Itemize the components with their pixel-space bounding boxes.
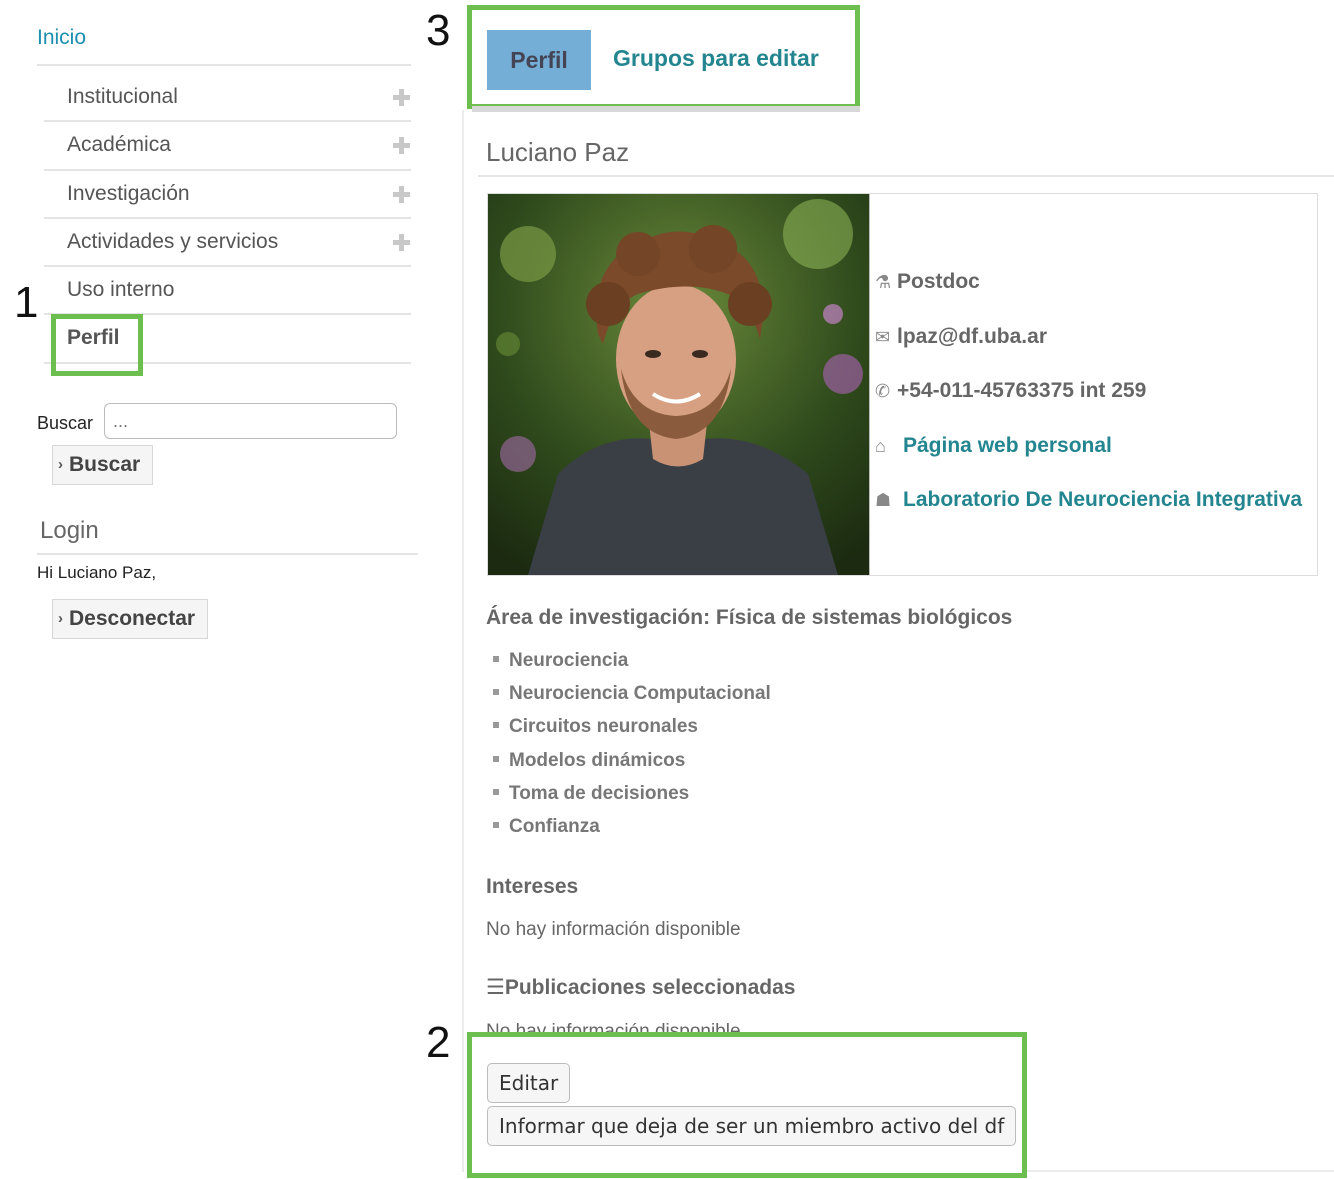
phone-icon: ✆ [875, 381, 891, 401]
annotation-highlight-2 [467, 1032, 1027, 1178]
sidebar-item-actividades[interactable]: Actividades y servicios [67, 230, 278, 254]
bullet-icon [493, 755, 499, 762]
sidebar-item-investigacion[interactable]: Investigación [67, 182, 190, 206]
lab-link[interactable]: ☗ Laboratorio De Neurociencia Integrativa [875, 488, 1302, 512]
keyword-text: Toma de decisiones [509, 782, 690, 804]
list-item: Neurociencia [493, 650, 771, 683]
envelope-icon: ✉ [875, 327, 891, 347]
deactivate-member-button[interactable]: Informar que deja de ser un miembro acti… [487, 1106, 1017, 1146]
nav-home-link[interactable]: Inicio [37, 26, 86, 50]
keyword-list: Neurociencia Neurociencia Computacional … [493, 650, 771, 849]
bullet-icon [493, 821, 499, 828]
publications-title: ☰Publicaciones seleccionadas [486, 975, 795, 1000]
edit-button[interactable]: Editar [487, 1063, 571, 1103]
sidebar-item-uso-interno[interactable]: Uso interno [67, 278, 174, 302]
email-text: lpaz@df.uba.ar [897, 325, 1047, 348]
position-text: Postdoc [897, 270, 980, 293]
plus-icon[interactable] [391, 184, 411, 204]
page-title: Luciano Paz [486, 137, 630, 167]
tab-perfil[interactable]: Perfil [487, 30, 591, 90]
tab-grupos-para-editar[interactable]: Grupos para editar [613, 45, 819, 72]
plus-icon[interactable] [391, 87, 411, 107]
keyword-text: Circuitos neuronales [509, 716, 698, 738]
highlight-inner [478, 1037, 1016, 1047]
search-input[interactable] [104, 403, 397, 439]
home-icon: ⌂ [875, 436, 886, 456]
divider [37, 64, 411, 66]
interests-value: No hay información disponible [486, 919, 741, 940]
bullet-icon [493, 689, 499, 696]
publications-title-text: Publicaciones seleccionadas [504, 976, 796, 999]
flask-icon: ⚗ [875, 272, 892, 292]
keyword-text: Neurociencia Computacional [509, 683, 771, 705]
profile-photo [488, 194, 870, 575]
annotation-number-1: 1 [14, 278, 39, 327]
login-title: Login [40, 517, 99, 544]
annotation-highlight-1 [51, 314, 143, 376]
divider [44, 120, 411, 122]
research-area-title: Área de investigación: Física de sistema… [486, 606, 1013, 629]
divider [1027, 1170, 1334, 1172]
lab-text[interactable]: Laboratorio De Neurociencia Integrativa [903, 488, 1302, 511]
tab-bar-shadow [472, 106, 860, 112]
interests-title: Intereses [486, 875, 579, 898]
divider [44, 265, 411, 267]
bullet-icon [493, 788, 499, 795]
homepage-link[interactable]: ⌂ Página web personal [875, 434, 1112, 458]
annotation-number-3: 3 [426, 6, 451, 55]
group-icon: ☗ [875, 490, 892, 510]
annotation-number-2: 2 [426, 1018, 451, 1067]
keyword-text: Confianza [509, 815, 600, 837]
divider [44, 217, 411, 219]
search-button-label: Buscar [69, 453, 141, 476]
email-row: ✉ lpaz@df.uba.ar [875, 325, 1047, 349]
sidebar-item-institucional[interactable]: Institucional [67, 85, 178, 109]
keyword-text: Modelos dinámicos [509, 749, 686, 771]
list-item: Confianza [493, 816, 771, 849]
logout-button-label: Desconectar [69, 607, 196, 630]
list-item: Toma de decisiones [493, 783, 771, 816]
sidebar-item-academica[interactable]: Académica [67, 133, 171, 157]
divider [44, 169, 411, 171]
keyword-text: Neurociencia [509, 650, 629, 671]
chevron-right-icon: › [58, 610, 63, 627]
list-item: Modelos dinámicos [493, 750, 771, 783]
profile-photo-image [488, 194, 869, 575]
list-item: Neurociencia Computacional [493, 683, 771, 716]
search-button[interactable]: › Buscar [52, 445, 154, 485]
divider [37, 553, 418, 555]
plus-icon[interactable] [391, 232, 411, 252]
list-icon: ☰ [486, 976, 505, 999]
chevron-right-icon: › [58, 456, 63, 473]
panel-border [462, 110, 464, 1172]
logout-button[interactable]: › Desconectar [52, 599, 209, 639]
homepage-text[interactable]: Página web personal [903, 434, 1112, 457]
phone-row: ✆ +54-011-45763375 int 259 [875, 379, 1146, 403]
bullet-icon [493, 655, 499, 662]
list-item: Circuitos neuronales [493, 716, 771, 749]
divider [478, 175, 1334, 177]
phone-text: +54-011-45763375 int 259 [897, 379, 1147, 402]
greeting-text: Hi Luciano Paz, [37, 563, 157, 582]
plus-icon[interactable] [391, 135, 411, 155]
bullet-icon [493, 722, 499, 729]
position-row: ⚗ Postdoc [875, 270, 980, 294]
search-label: Buscar [37, 413, 94, 433]
